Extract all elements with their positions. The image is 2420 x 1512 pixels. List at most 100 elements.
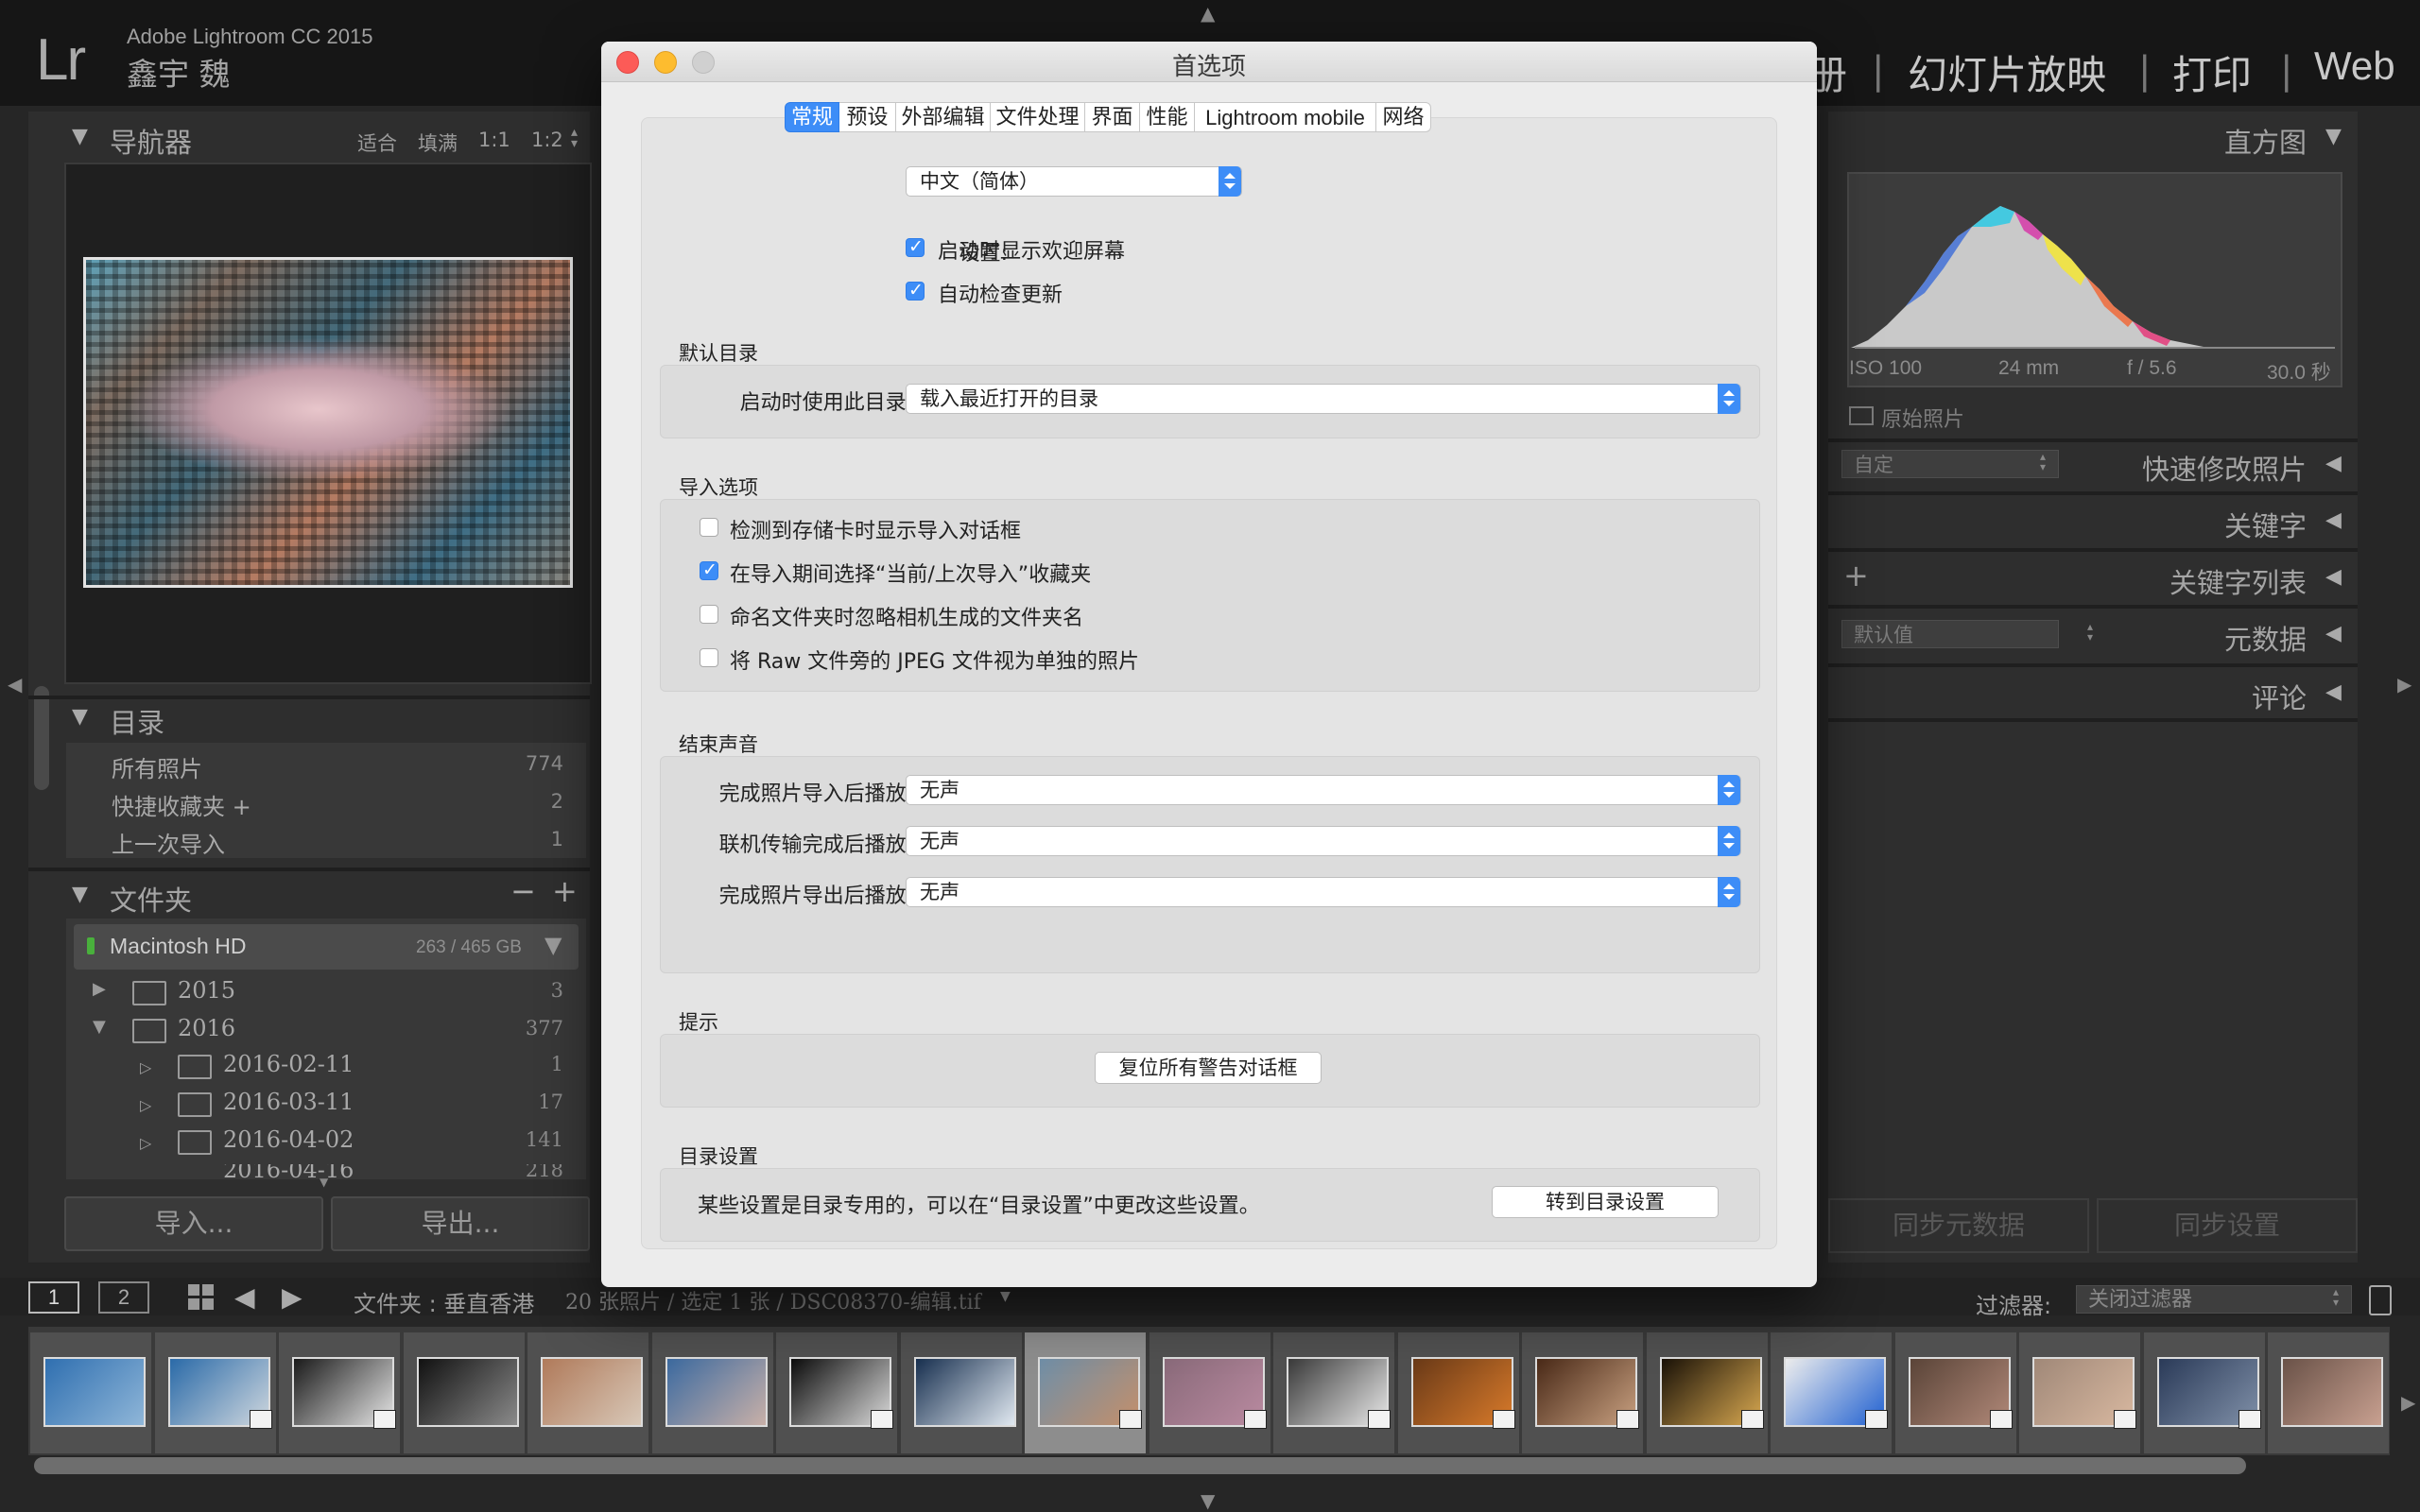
navigator-title[interactable]: 导航器 [110, 121, 192, 161]
top-panel-toggle-icon[interactable]: ▲ [1201, 2, 1215, 25]
collapse-triangle-icon[interactable]: ▼ [72, 125, 88, 148]
expand-triangle-icon[interactable]: ▷ [140, 1058, 151, 1076]
navigator-photo[interactable] [83, 257, 573, 588]
catalog-title[interactable]: 目录 [110, 701, 164, 741]
chevron-down-icon[interactable]: ▼ [1000, 1289, 1011, 1304]
left-panel-scrollbar[interactable] [34, 686, 49, 790]
filmstrip-thumbnail[interactable] [776, 1332, 897, 1453]
filmstrip-thumbnail[interactable] [2144, 1332, 2265, 1453]
keywording-title[interactable]: 关键字 [2032, 505, 2307, 544]
module-slideshow[interactable]: 幻灯片放映 [1908, 43, 2106, 101]
tab-lightroom-mobile[interactable]: Lightroom mobile [1195, 102, 1376, 132]
zoom-fit[interactable]: 适合 [357, 129, 397, 157]
zoom-1-1[interactable]: 1:1 [478, 129, 510, 151]
metadata-preset-select[interactable]: 默认值 [1841, 620, 2059, 648]
zoom-fill[interactable]: 填满 [418, 129, 458, 157]
expand-triangle-icon[interactable]: ◀ [2325, 452, 2342, 475]
comments-title[interactable]: 评论 [2032, 677, 2307, 716]
import-sound-select[interactable]: 无声 [906, 775, 1741, 805]
auto-update-checkbox[interactable] [906, 280, 925, 301]
filter-select[interactable]: 关闭过滤器 [2076, 1285, 2352, 1314]
zoom-stepper-icon[interactable]: ▴ ▾ [571, 126, 578, 150]
expand-triangle-icon[interactable]: ▷ [140, 1096, 151, 1114]
tab-presets[interactable]: 预设 [839, 102, 896, 132]
language-select[interactable]: 中文（简体） [906, 166, 1242, 197]
folder-item[interactable]: 2016 [178, 1015, 235, 1041]
filmstrip-thumbnail[interactable] [279, 1332, 400, 1453]
window-2-button[interactable]: 2 [98, 1281, 149, 1314]
module-web[interactable]: Web [2314, 43, 2395, 89]
filmstrip-thumbnail[interactable] [1025, 1332, 1146, 1453]
import-button[interactable]: 导入... [64, 1196, 323, 1251]
filmstrip-thumbnail[interactable] [1895, 1332, 2016, 1453]
collapse-triangle-icon[interactable]: ▼ [2325, 125, 2342, 148]
tab-network[interactable]: 网络 [1376, 102, 1431, 132]
collapse-triangle-icon[interactable]: ▼ [93, 1017, 106, 1037]
show-splash-checkbox[interactable] [906, 236, 925, 257]
grid-view-icon[interactable] [187, 1283, 216, 1312]
ignore-camera-folder-names-checkbox[interactable] [700, 605, 718, 624]
sync-settings-button[interactable]: 同步设置 [2097, 1198, 2358, 1253]
filmstrip-thumbnail[interactable] [404, 1332, 525, 1453]
filmstrip-thumbnail[interactable] [1398, 1332, 1519, 1453]
sync-metadata-button[interactable]: 同步元数据 [1828, 1198, 2089, 1253]
original-photo-checkbox[interactable] [1849, 406, 1874, 425]
quick-develop-preset-select[interactable]: 自定 [1841, 450, 2059, 478]
remove-folder-button[interactable]: − [510, 873, 536, 909]
catalog-item-quick-collection[interactable]: 快捷收藏夹 + [112, 788, 251, 821]
folder-item[interactable]: 2016-04-02 [223, 1126, 354, 1153]
collapse-triangle-icon[interactable]: ▼ [72, 705, 88, 729]
expand-triangle-icon[interactable]: ◀ [2325, 680, 2342, 704]
left-panel-toggle-icon[interactable]: ◀ [8, 673, 22, 696]
folders-title[interactable]: 文件夹 [110, 879, 192, 919]
catalog-item-all-photos[interactable]: 所有照片 [112, 750, 202, 783]
add-keyword-icon[interactable]: + [1843, 558, 1869, 593]
tab-file-handling[interactable]: 文件处理 [991, 102, 1085, 132]
filmstrip-thumbnail[interactable] [1522, 1332, 1643, 1453]
histogram-title[interactable]: 直方图 [2032, 121, 2307, 161]
tab-general[interactable]: 常规 [785, 102, 839, 132]
filmstrip-thumbnail[interactable] [2268, 1332, 2389, 1453]
filmstrip-selection-info[interactable]: 20 张照片 / 选定 1 张 / DSC08370-编辑.tif [565, 1285, 981, 1315]
folder-item[interactable]: 2016-03-11 [223, 1089, 354, 1115]
export-sound-select[interactable]: 无声 [906, 877, 1741, 907]
filmstrip-scrollbar[interactable] [34, 1457, 2246, 1474]
right-panel-toggle-icon[interactable]: ▶ [2397, 673, 2411, 696]
filmstrip-thumbnail[interactable] [1150, 1332, 1270, 1453]
filmstrip-thumbnail[interactable] [901, 1332, 1022, 1453]
module-print[interactable]: 打印 [2172, 43, 2252, 101]
filter-lock-icon[interactable] [2369, 1285, 2392, 1315]
window-1-button[interactable]: 1 [28, 1281, 79, 1314]
expand-triangle-icon[interactable]: ◀ [2325, 622, 2342, 645]
zoom-1-2[interactable]: 1:2 [531, 129, 563, 151]
add-folder-button[interactable]: + [552, 873, 578, 909]
treat-jpeg-separate-checkbox[interactable] [700, 648, 718, 667]
back-arrow-icon[interactable]: ◀ [234, 1281, 255, 1313]
collapse-triangle-icon[interactable]: ▼ [72, 883, 88, 906]
show-import-dialog-checkbox[interactable] [700, 518, 718, 537]
expand-triangle-icon[interactable]: ◀ [2325, 565, 2342, 589]
filmstrip-thumbnail[interactable] [155, 1332, 276, 1453]
folder-item[interactable]: 2015 [178, 977, 235, 1004]
select-current-import-checkbox[interactable] [700, 559, 718, 580]
forward-arrow-icon[interactable]: ▶ [282, 1281, 302, 1313]
filmstrip-thumbnail[interactable] [1771, 1332, 1892, 1453]
filmstrip-thumbnail[interactable] [1647, 1332, 1768, 1453]
filmstrip-thumbnail[interactable] [1273, 1332, 1394, 1453]
catalog-item-previous-import[interactable]: 上一次导入 [112, 826, 225, 859]
expand-triangle-icon[interactable]: ▷ [140, 1134, 151, 1152]
tab-performance[interactable]: 性能 [1140, 102, 1195, 132]
bottom-panel-toggle-icon[interactable]: ▼ [1201, 1489, 1215, 1512]
quick-develop-title[interactable]: 快速修改照片 [2032, 448, 2307, 488]
tether-sound-select[interactable]: 无声 [906, 826, 1741, 856]
default-catalog-select[interactable]: 载入最近打开的目录 [906, 384, 1741, 414]
reset-warnings-button[interactable]: 复位所有警告对话框 [1095, 1052, 1322, 1084]
tab-interface[interactable]: 界面 [1085, 102, 1140, 132]
folder-item[interactable]: 2016-02-11 [223, 1051, 354, 1077]
metadata-title[interactable]: 元数据 [2032, 618, 2307, 658]
volume-menu-icon[interactable]: ▼ [544, 932, 562, 958]
filmstrip-scroll-right-icon[interactable]: ▶ [2401, 1391, 2415, 1414]
go-to-catalog-settings-button[interactable]: 转到目录设置 [1492, 1186, 1719, 1218]
export-button[interactable]: 导出... [331, 1196, 590, 1251]
expand-triangle-icon[interactable]: ▶ [93, 979, 106, 999]
